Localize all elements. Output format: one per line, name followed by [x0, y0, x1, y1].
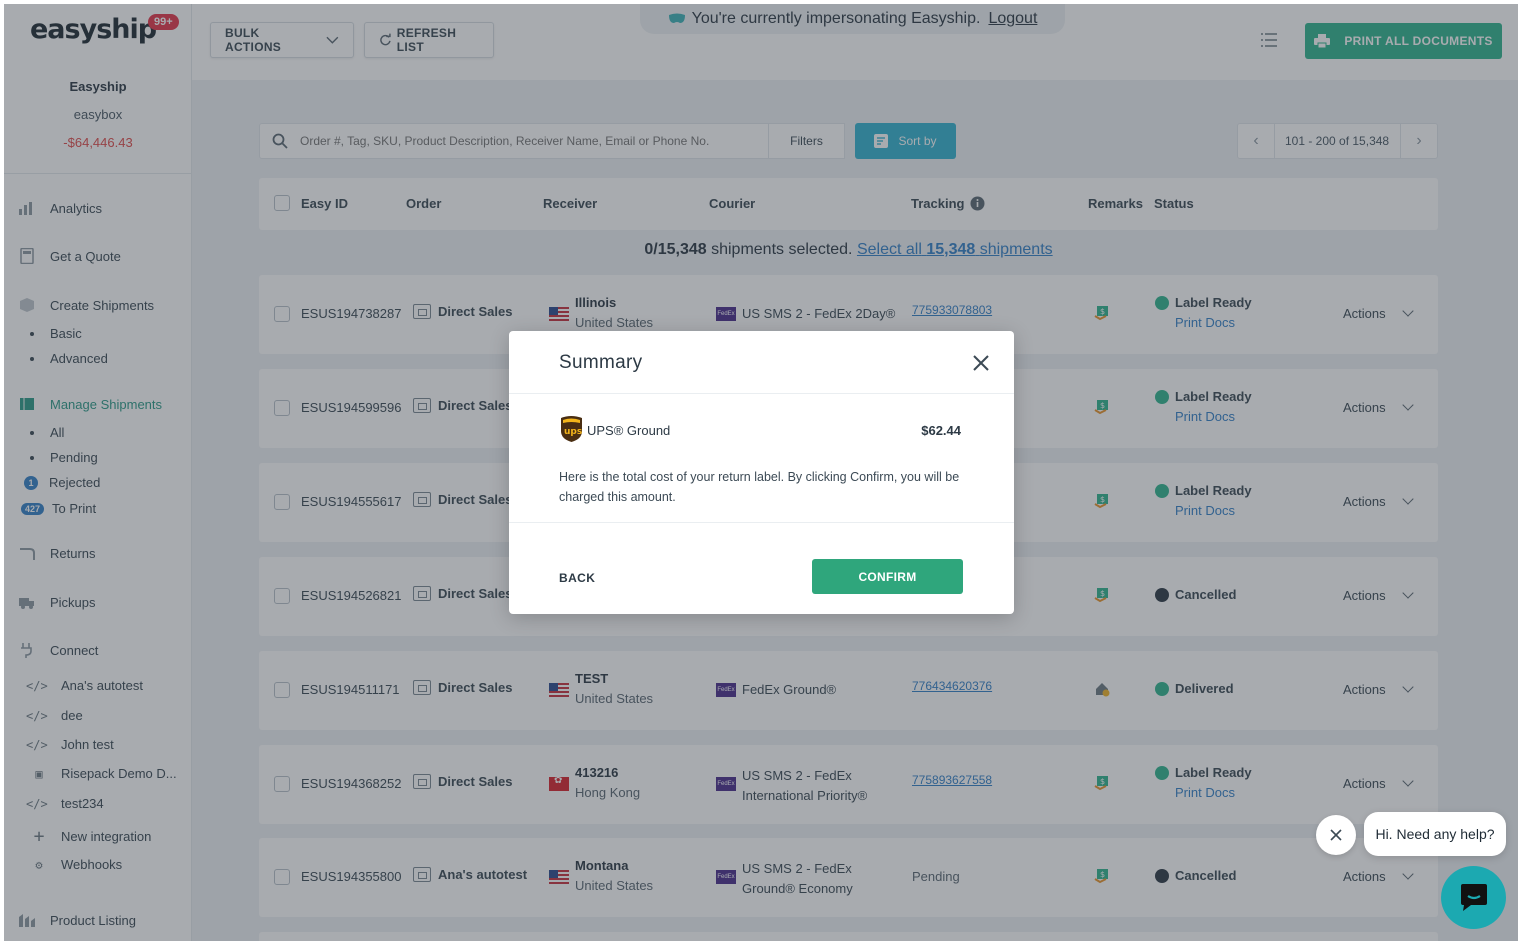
total-price: $62.44	[921, 423, 961, 438]
chat-launcher-button[interactable]	[1441, 866, 1506, 929]
svg-text:ups: ups	[564, 427, 582, 437]
modal-title: Summary	[559, 352, 643, 373]
ups-logo-icon: ups	[561, 416, 582, 442]
close-icon	[1330, 829, 1342, 841]
confirm-button[interactable]: CONFIRM	[812, 559, 963, 594]
chat-dismiss-button[interactable]	[1316, 815, 1356, 855]
modal-divider	[509, 522, 1014, 523]
charge-description: Here is the total cost of your return la…	[559, 470, 960, 504]
chat-icon	[1460, 883, 1487, 911]
close-icon[interactable]	[971, 353, 991, 373]
modal-divider	[509, 393, 1014, 394]
summary-modal: Summary ups UPS® Ground $62.44 Here is t…	[509, 331, 1014, 614]
back-button[interactable]: BACK	[559, 571, 595, 585]
courier-service-name: UPS® Ground	[587, 423, 671, 438]
chat-greeting[interactable]: Hi. Need any help?	[1364, 812, 1506, 856]
